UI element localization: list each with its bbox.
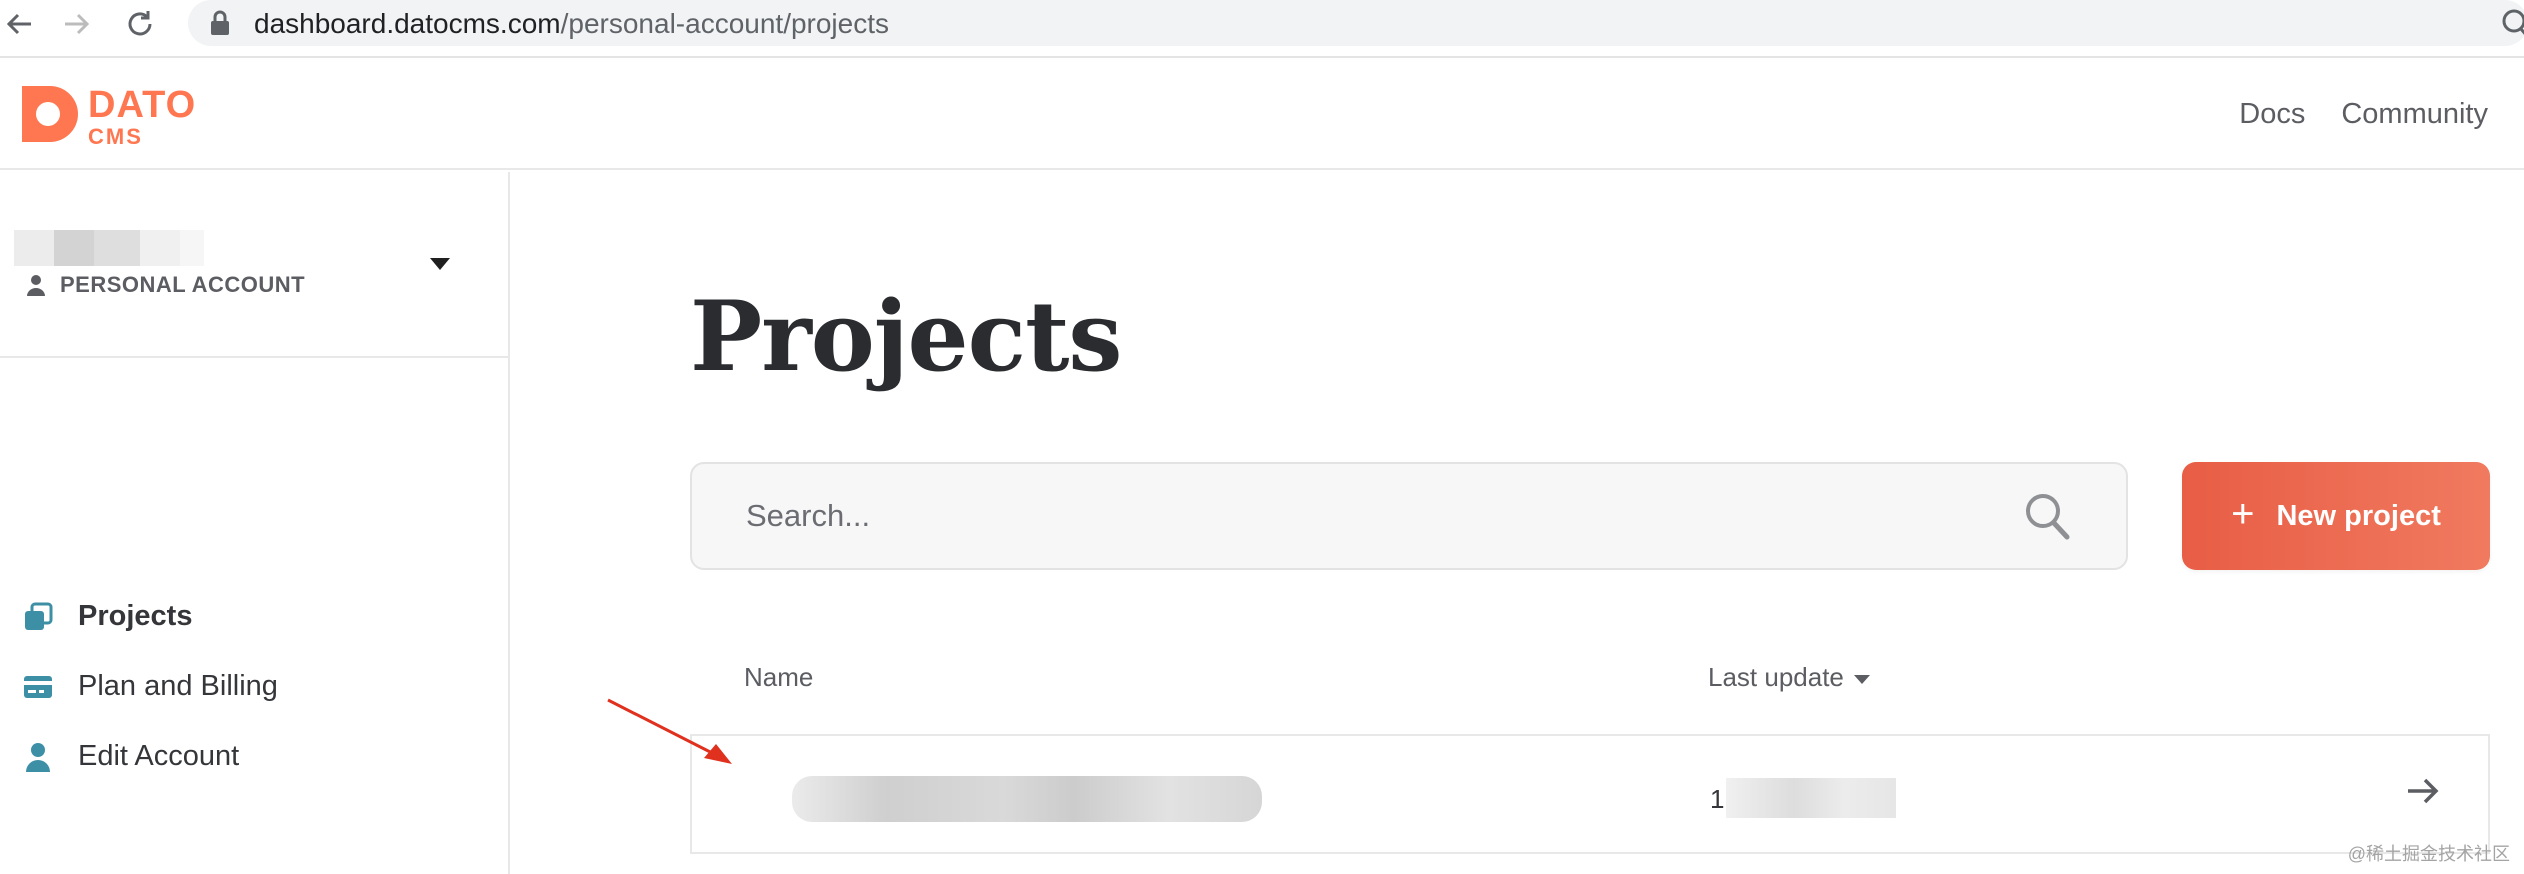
user-icon <box>22 741 54 773</box>
caret-down-icon[interactable] <box>430 258 450 270</box>
community-link[interactable]: Community <box>2341 98 2488 131</box>
url-path: /personal-account/projects <box>560 8 890 39</box>
account-switcher[interactable]: PERSONAL ACCOUNT <box>0 172 508 358</box>
arrow-right-icon[interactable] <box>2406 776 2440 811</box>
search-box <box>690 462 2128 570</box>
new-project-button[interactable]: + New project <box>2182 462 2490 570</box>
sort-caret-icon <box>1853 675 1870 684</box>
logo-mark-icon <box>22 86 78 142</box>
back-icon[interactable] <box>0 4 40 44</box>
reload-icon[interactable] <box>120 4 160 44</box>
projects-icon <box>22 601 54 633</box>
plus-icon: + <box>2231 492 2255 536</box>
logo-cms: CMS <box>88 124 143 149</box>
search-icon[interactable] <box>2024 492 2070 545</box>
search-input[interactable] <box>746 464 1946 568</box>
account-type-label: PERSONAL ACCOUNT <box>60 272 306 297</box>
column-last-update-header[interactable]: Last update <box>1708 662 1870 693</box>
sidebar-item-plan-billing[interactable]: Plan and Billing <box>22 670 278 703</box>
datocms-logo[interactable]: DATO CMS <box>22 86 196 148</box>
column-name-header[interactable]: Name <box>744 662 813 693</box>
card-icon <box>22 671 54 703</box>
sidebar-item-label: Plan and Billing <box>78 670 278 702</box>
url-text: dashboard.datocms.com/personal-account/p… <box>254 8 889 40</box>
zoom-icon[interactable] <box>2500 8 2524 38</box>
lock-icon <box>210 10 230 41</box>
row-date-redacted <box>1726 778 1896 818</box>
account-type: PERSONAL ACCOUNT <box>26 272 305 298</box>
sidebar-item-edit-account[interactable]: Edit Account <box>22 740 239 773</box>
sidebar-item-projects[interactable]: Projects <box>22 600 192 633</box>
logo-dato: DATO <box>88 84 197 126</box>
sidebar: PERSONAL ACCOUNT Projects Plan and Billi… <box>0 172 510 874</box>
forward-icon[interactable] <box>56 4 96 44</box>
page-title: Projects <box>690 280 1122 393</box>
watermark: @稀土掘金技术社区 <box>2347 844 2510 864</box>
app-header: DATO CMS Docs Community <box>0 60 2524 170</box>
new-project-label: New project <box>2276 499 2441 532</box>
table-header: Name Last update <box>690 660 2490 700</box>
logo-text: DATO CMS <box>88 86 196 148</box>
browser-toolbar: dashboard.datocms.com/personal-account/p… <box>0 0 2524 58</box>
table-row[interactable]: 1 <box>690 734 2490 854</box>
url-host: dashboard.datocms.com <box>254 8 561 39</box>
sidebar-item-label: Edit Account <box>78 740 240 772</box>
person-icon <box>27 275 45 296</box>
annotation-arrow-icon <box>607 698 732 764</box>
docs-link[interactable]: Docs <box>2239 98 2305 131</box>
account-name-redacted <box>14 230 204 266</box>
row-last-update: 1 <box>1710 784 1725 814</box>
address-bar[interactable]: dashboard.datocms.com/personal-account/p… <box>188 0 2524 46</box>
project-name-redacted <box>792 776 1262 822</box>
top-links: Docs Community <box>2239 98 2488 131</box>
sidebar-item-label: Projects <box>78 600 193 632</box>
column-last-update-label: Last update <box>1708 662 1844 692</box>
